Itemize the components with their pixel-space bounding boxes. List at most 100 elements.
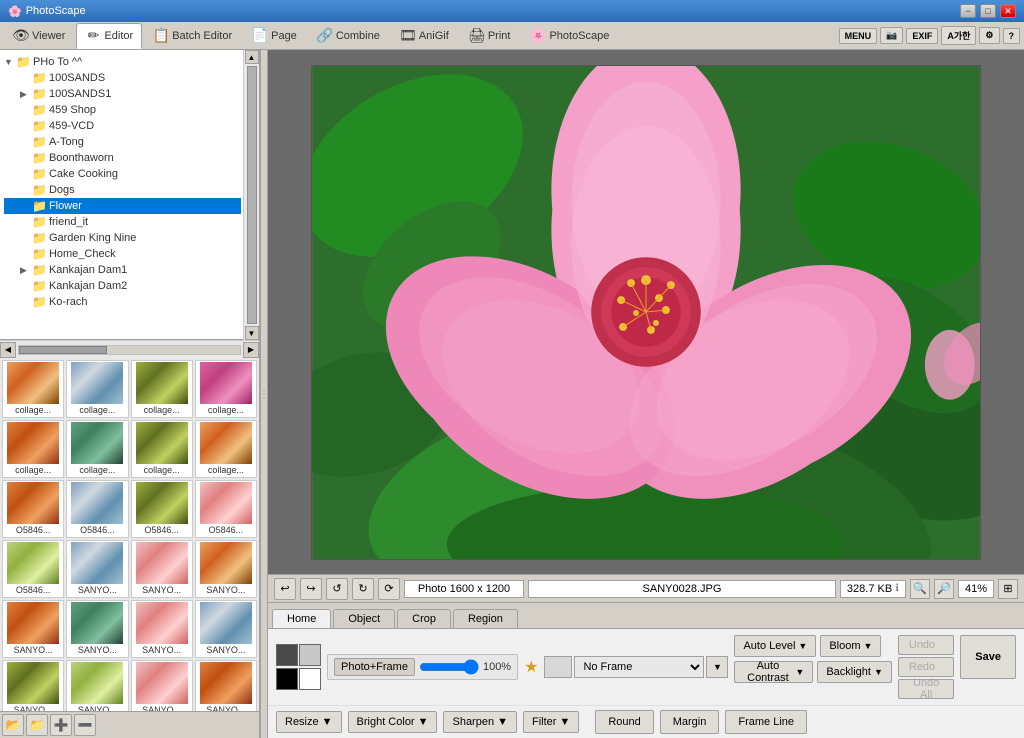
minimize-button[interactable]: − — [960, 4, 976, 18]
scroll-down-btn[interactable]: ▼ — [245, 326, 259, 340]
tree-item-100sands1[interactable]: ▶ 📁 100SANDS1 — [4, 86, 241, 102]
redo-btn[interactable]: ↪ — [300, 578, 322, 600]
list-item[interactable]: O5846... — [2, 540, 64, 598]
tab-home[interactable]: Home — [272, 609, 331, 628]
bright-color-btn[interactable]: Bright Color ▼ — [348, 711, 438, 733]
scroll-up-btn[interactable]: ▲ — [245, 50, 259, 64]
tab-photoscape[interactable]: 🌸 PhotoScape — [521, 23, 618, 49]
list-item[interactable]: collage... — [2, 420, 64, 478]
help-btn[interactable]: ? — [1003, 28, 1021, 44]
frame-select[interactable]: No Frame — [574, 656, 704, 678]
tree-root[interactable]: ▼ 📁 PHo To ^^ — [4, 54, 241, 70]
add-btn[interactable]: ➕ — [50, 714, 72, 736]
maximize-button[interactable]: □ — [980, 4, 996, 18]
new-folder-btn[interactable]: 📁 — [26, 714, 48, 736]
zoom-in-btn[interactable]: 🔎 — [934, 579, 954, 599]
tab-print[interactable]: 🖨 Print — [460, 23, 520, 49]
undo-history-btn[interactable]: Undo — [898, 635, 954, 655]
margin-btn[interactable]: Margin — [660, 710, 720, 734]
tree-item-459shop[interactable]: 📁 459 Shop — [4, 102, 241, 118]
hscroll-right-btn[interactable]: ▶ — [243, 342, 259, 358]
filter-btn[interactable]: Filter ▼ — [523, 711, 579, 733]
tree-item-kankajan2[interactable]: 📁 Kankajan Dam2 — [4, 278, 241, 294]
list-item[interactable]: collage... — [2, 360, 64, 418]
list-item[interactable]: collage... — [131, 360, 193, 418]
tree-item-boonthaworn[interactable]: 📁 Boonthaworn — [4, 150, 241, 166]
lang-btn[interactable]: A가한 — [941, 26, 976, 45]
photo-frame-btn[interactable]: Photo+Frame — [334, 658, 415, 676]
hscroll-track[interactable] — [18, 345, 241, 355]
tab-object[interactable]: Object — [333, 609, 395, 628]
hscroll-left-btn[interactable]: ◀ — [0, 342, 16, 358]
tree-item-dogs[interactable]: 📁 Dogs — [4, 182, 241, 198]
resize-handle[interactable] — [260, 50, 268, 738]
tree-item-100sands[interactable]: 📁 100SANDS — [4, 70, 241, 86]
zoom-out-btn[interactable]: 🔍 — [910, 579, 930, 599]
tree-item-gardenking[interactable]: 📁 Garden King Nine — [4, 230, 241, 246]
tab-combine[interactable]: 🔗 Combine — [308, 23, 389, 49]
list-item[interactable]: O5846... — [195, 480, 257, 538]
rotate-left-btn[interactable]: ↺ — [326, 578, 348, 600]
frame-line-btn[interactable]: Frame Line — [725, 710, 807, 734]
tab-region[interactable]: Region — [453, 609, 518, 628]
tab-editor[interactable]: ✏ Editor — [76, 23, 142, 49]
auto-contrast-btn[interactable]: Auto Contrast ▼ — [734, 661, 813, 683]
sharpen-btn[interactable]: Sharpen ▼ — [443, 711, 516, 733]
remove-btn[interactable]: ➖ — [74, 714, 96, 736]
list-item[interactable]: SANYO... — [131, 660, 193, 711]
list-item[interactable]: SANYO... — [195, 540, 257, 598]
redo-history-btn[interactable]: Redo — [898, 657, 954, 677]
list-item[interactable]: collage... — [195, 360, 257, 418]
camera-btn[interactable]: 📷 — [880, 27, 903, 44]
tab-anigif[interactable]: 🎞 AniGif — [391, 23, 458, 49]
list-item[interactable]: collage... — [66, 420, 128, 478]
frame-select-dropdown-btn[interactable]: ▼ — [706, 656, 728, 678]
list-item[interactable]: collage... — [131, 420, 193, 478]
list-item[interactable]: O5846... — [131, 480, 193, 538]
tree-item-kankajan1[interactable]: ▶ 📁 Kankajan Dam1 — [4, 262, 241, 278]
save-btn[interactable]: Save — [960, 635, 1016, 679]
rotate-right-btn[interactable]: ↻ — [352, 578, 374, 600]
tab-page[interactable]: 📄 Page — [243, 23, 306, 49]
tree-item-homecheck[interactable]: 📁 Home_Check — [4, 246, 241, 262]
list-item[interactable]: collage... — [195, 420, 257, 478]
undo-all-btn[interactable]: Undo All — [898, 679, 954, 699]
settings-btn[interactable]: ⚙ — [979, 27, 999, 44]
list-item[interactable]: SANYO... — [66, 600, 128, 658]
menu-btn[interactable]: MENU — [839, 28, 878, 44]
backlight-btn[interactable]: Backlight ▼ — [817, 661, 892, 683]
resize-btn[interactable]: Resize ▼ — [276, 711, 342, 733]
list-item[interactable]: SANYO... — [195, 660, 257, 711]
list-item[interactable]: collage... — [66, 360, 128, 418]
list-item[interactable]: SANYO... — [2, 600, 64, 658]
refresh-btn[interactable]: ⟳ — [378, 578, 400, 600]
opacity-slider[interactable] — [419, 660, 479, 674]
tab-batch[interactable]: 📋 Batch Editor — [144, 23, 241, 49]
bloom-btn[interactable]: Bloom ▼ — [820, 635, 881, 657]
list-item[interactable]: SANYO... — [2, 660, 64, 711]
list-item[interactable]: SANYO... — [66, 540, 128, 598]
white-swatch[interactable] — [299, 668, 321, 690]
favorite-btn[interactable]: ★ — [524, 657, 538, 677]
list-item[interactable]: SANYO... — [195, 600, 257, 658]
list-item[interactable]: SANYO... — [131, 600, 193, 658]
list-item[interactable]: O5846... — [2, 480, 64, 538]
light-swatch[interactable] — [299, 644, 321, 666]
exif-btn[interactable]: EXIF — [906, 28, 938, 44]
tree-item-cakecooking[interactable]: 📁 Cake Cooking — [4, 166, 241, 182]
zoom-fit-btn[interactable]: ⊞ — [998, 579, 1018, 599]
list-item[interactable]: SANYO... — [66, 660, 128, 711]
scroll-thumb[interactable] — [247, 66, 257, 324]
tree-item-korach[interactable]: 📁 Ko-rach — [4, 294, 241, 310]
tree-item-friendit[interactable]: 📁 friend_it — [4, 214, 241, 230]
tree-item-flower[interactable]: 📁 Flower — [4, 198, 241, 214]
undo-btn[interactable]: ↩ — [274, 578, 296, 600]
tab-viewer[interactable]: 👁 Viewer — [4, 23, 74, 49]
tree-scrollbar[interactable]: ▲ ▼ — [243, 50, 259, 340]
hscroll-thumb[interactable] — [19, 346, 107, 354]
list-item[interactable]: SANYO... — [131, 540, 193, 598]
dark-swatch[interactable] — [276, 644, 298, 666]
auto-level-btn[interactable]: Auto Level ▼ — [734, 635, 816, 657]
round-btn[interactable]: Round — [595, 710, 653, 734]
tree-item-459vcd[interactable]: 📁 459-VCD — [4, 118, 241, 134]
